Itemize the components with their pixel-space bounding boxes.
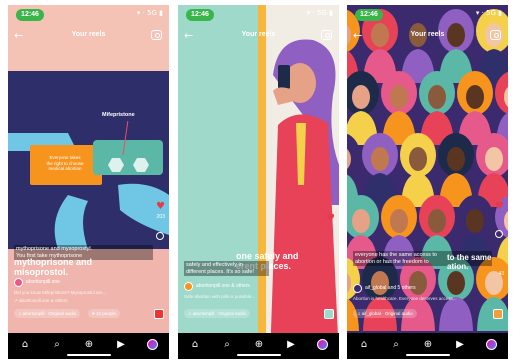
profile-avatar[interactable]	[147, 339, 158, 350]
crowd-figure	[457, 71, 493, 145]
status-time: 12:46	[16, 9, 44, 21]
home-indicator	[236, 354, 281, 356]
home-indicator	[405, 354, 450, 356]
avatar[interactable]	[14, 278, 23, 287]
reel-description[interactable]: Did you know Mifepristone? Mysoprostol a…	[14, 290, 153, 295]
home-icon[interactable]: ⌂	[20, 340, 30, 350]
reels-icon[interactable]: ▶	[286, 340, 296, 350]
home-icon[interactable]: ⌂	[359, 340, 369, 350]
audio-row: ♫ aif_global · Original audio	[353, 309, 486, 318]
search-icon[interactable]: ⌕	[391, 340, 401, 350]
status-time: 12:46	[355, 9, 383, 21]
reel-top-bar: ← Your reels	[347, 29, 508, 45]
crowd-figure	[362, 133, 398, 207]
reel-top-bar: ← Your reels	[8, 29, 169, 45]
home-indicator	[66, 354, 111, 356]
caption-big: to the same ation.	[447, 253, 492, 271]
account-name[interactable]: aif_global and 5 others	[365, 285, 416, 291]
pill-label: Mifepristone	[102, 112, 135, 118]
card-text: Everyone takes the right to choose medic…	[46, 155, 84, 171]
page-title: Your reels	[410, 31, 445, 38]
add-icon[interactable]: ⊕	[423, 340, 433, 350]
reel-video-1[interactable]	[8, 5, 169, 359]
audio-thumbnail[interactable]	[324, 309, 334, 319]
home-icon[interactable]: ⌂	[190, 340, 200, 350]
audio-chip[interactable]: ♫ abortionpill · Original audio	[14, 309, 81, 318]
avatar[interactable]	[353, 284, 362, 293]
add-icon[interactable]: ⊕	[84, 340, 94, 350]
audio-chip[interactable]: ♫ aif_global · Original audio	[353, 309, 417, 318]
heart-icon[interactable]: ♥	[326, 213, 335, 224]
comment-icon[interactable]	[495, 230, 503, 238]
reel-description[interactable]: Safe abortion with pills is possible...	[184, 294, 323, 299]
reels-icon[interactable]: ▶	[116, 340, 126, 350]
audio-thumbnail[interactable]	[493, 309, 503, 319]
add-icon[interactable]: ⊕	[254, 340, 264, 350]
like-count: 203	[156, 214, 165, 220]
camera-icon[interactable]	[151, 30, 162, 40]
search-icon[interactable]: ⌕	[52, 340, 62, 350]
reel-top-bar: ← Your reels	[178, 29, 339, 45]
crowd-figure	[362, 257, 398, 331]
caption-small: safely and effectively in different plac…	[184, 261, 269, 276]
account-row[interactable]: abortionpill.one	[14, 278, 153, 288]
account-row[interactable]: abortionpill.one & others	[184, 282, 323, 292]
system-icons: ▾ · 5G ▮	[306, 9, 333, 17]
bottom-nav: ⌂ ⌕ ⊕ ▶	[8, 333, 169, 359]
page-title: Your reels	[71, 31, 106, 38]
status-time: 12:46	[186, 9, 214, 21]
reel-link[interactable]: ↗ abortionpill.one & others	[14, 298, 153, 304]
crowd-figure	[400, 257, 436, 331]
bottom-nav: ⌂ ⌕ ⊕ ▶	[347, 333, 508, 359]
page-title: Your reels	[241, 31, 276, 38]
system-icons: ▾ · 5G ▮	[136, 9, 163, 17]
reel-video-2[interactable]	[178, 5, 339, 359]
search-icon[interactable]: ⌕	[222, 340, 232, 350]
reel-screen-3: 12:46 ▾ · 5G ▮ ← Your reels ♥ everyone h…	[347, 5, 508, 359]
camera-icon[interactable]	[490, 30, 501, 40]
reels-icon[interactable]: ▶	[455, 340, 465, 350]
heart-icon[interactable]: ♥	[495, 201, 504, 212]
system-icons: ▾ · 5G ▮	[475, 9, 502, 17]
bottom-nav: ⌂ ⌕ ⊕ ▶	[178, 333, 339, 359]
caption-big: mythoprisone and misoprostol.	[14, 257, 93, 277]
comment-icon[interactable]	[156, 232, 164, 240]
crowd-figure	[381, 71, 417, 145]
crowd-figure	[400, 133, 436, 207]
audio-chip[interactable]: ♫ abortionpill · Original audio	[184, 309, 251, 318]
like-count: 43	[498, 271, 504, 277]
account-name[interactable]: abortionpill.one & others	[196, 283, 250, 289]
status-bar: 12:46 ▾ · 5G ▮	[347, 5, 508, 23]
people-chip[interactable]: ♥ 12 people	[88, 309, 120, 318]
status-bar: 12:46 ▾ · 5G ▮	[178, 5, 339, 23]
avatar[interactable]	[184, 282, 193, 291]
heart-icon[interactable]: ♥	[156, 201, 165, 212]
reel-video-3[interactable]	[347, 5, 508, 359]
crowd-figure	[438, 133, 474, 207]
profile-avatar[interactable]	[486, 339, 497, 350]
profile-avatar[interactable]	[317, 339, 328, 350]
audio-row: ♫ abortionpill · Original audio ♥ 12 peo…	[14, 309, 147, 318]
audio-thumbnail[interactable]	[154, 309, 164, 319]
audio-row: ♫ abortionpill · Original audio	[184, 309, 317, 318]
reel-screen-2: 12:46 ▾ · 5G ▮ ← Your reels ♥ one safely…	[178, 5, 339, 359]
status-bar: 12:46 ▾ · 5G ▮	[8, 5, 169, 23]
reel-description[interactable]: Abortion is healthcare. Everyone deserve…	[353, 296, 492, 301]
reel-screen-1: 12:46 ▾ · 5G ▮ ← Your reels Mifepristone…	[8, 5, 169, 359]
crowd-figure	[419, 71, 455, 145]
account-name[interactable]: abortionpill.one	[26, 279, 60, 285]
account-row[interactable]: aif_global and 5 others	[353, 284, 492, 294]
camera-icon[interactable]	[321, 30, 332, 40]
